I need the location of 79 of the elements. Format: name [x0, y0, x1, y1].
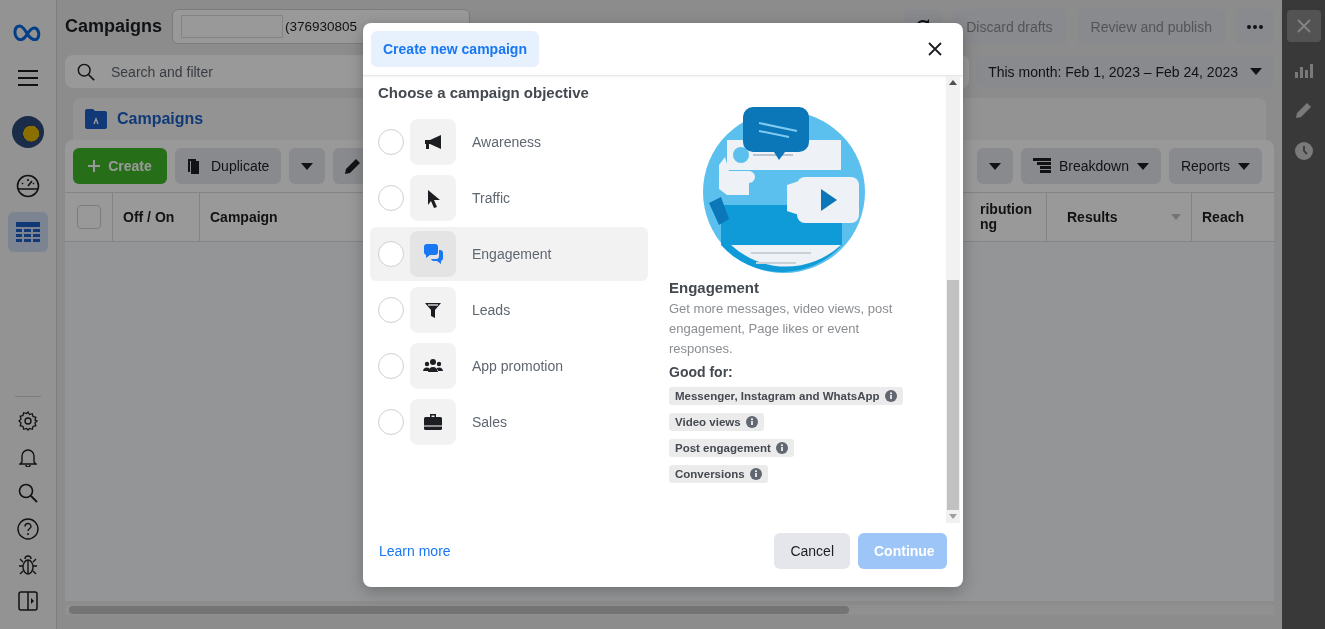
radio-button[interactable] — [378, 297, 404, 323]
campaigns-tab[interactable]: Campaigns — [85, 109, 204, 129]
dropdown-button[interactable] — [289, 148, 326, 184]
funnel-icon — [423, 300, 443, 320]
select-all-checkbox[interactable] — [76, 205, 101, 229]
search-icon[interactable] — [18, 483, 38, 503]
bell-icon[interactable] — [19, 447, 37, 467]
breakdown-button[interactable]: Breakdown — [1020, 148, 1161, 184]
objective-option[interactable]: App promotion — [370, 339, 648, 393]
sidebar-toggle-icon[interactable] — [18, 591, 38, 611]
objective-option[interactable]: Engagement — [370, 227, 648, 281]
objective-option[interactable]: Sales — [370, 395, 648, 449]
sort-icon — [1171, 214, 1181, 220]
reports-button[interactable]: Reports — [1168, 148, 1262, 184]
create-campaign-tab[interactable]: Create new campaign — [371, 31, 539, 67]
dropdown-button[interactable] — [976, 148, 1013, 184]
scrollbar-thumb[interactable] — [947, 280, 959, 510]
bar-chart-icon — [1294, 62, 1313, 78]
radio-button[interactable] — [378, 185, 404, 211]
benefit-tag: Messenger, Instagram and WhatsApp — [669, 387, 903, 405]
column-header[interactable]: Results — [1047, 193, 1192, 241]
objective-option[interactable]: Traffic — [370, 171, 648, 225]
close-button[interactable] — [927, 41, 943, 57]
radio-button[interactable] — [378, 129, 404, 155]
caret-icon — [1250, 68, 1262, 75]
section-heading: Choose a campaign objective — [377, 84, 590, 101]
benefit-tag: Post engagement — [669, 439, 794, 457]
search-icon — [77, 62, 95, 81]
radio-button[interactable] — [378, 409, 404, 435]
objective-option[interactable]: Leads — [370, 283, 648, 337]
close-icon — [928, 42, 942, 56]
menu-icon[interactable] — [18, 70, 38, 86]
clock-icon — [1294, 142, 1313, 160]
more-icon — [1247, 24, 1263, 29]
column-header[interactable]: Off / On — [113, 193, 200, 241]
caret-icon — [1238, 162, 1250, 170]
scroll-up-icon — [949, 80, 957, 85]
table-icon — [16, 222, 40, 242]
help-icon[interactable] — [17, 518, 39, 540]
megaphone-icon — [423, 132, 443, 152]
radio-button[interactable] — [378, 241, 404, 267]
objective-title: Engagement — [669, 279, 759, 296]
bug-icon[interactable] — [18, 554, 38, 576]
benefit-tag: Video views — [669, 413, 764, 431]
settings-icon[interactable] — [18, 411, 38, 431]
benefit-tag: Conversions — [669, 465, 768, 483]
info-icon — [745, 416, 758, 428]
scroll-down-icon — [949, 514, 957, 519]
scrollbar-thumb[interactable] — [69, 606, 849, 614]
caret-icon — [301, 162, 314, 170]
meta-logo[interactable] — [13, 23, 43, 41]
close-icon — [1296, 19, 1311, 33]
briefcase-icon — [423, 412, 443, 432]
duplicate-button[interactable]: Duplicate — [175, 148, 282, 184]
caret-icon — [988, 162, 1001, 170]
objective-option[interactable]: Awareness — [370, 115, 648, 169]
radio-button[interactable] — [378, 353, 404, 379]
cancel-button[interactable]: Cancel — [774, 533, 850, 569]
good-for-label: Good for: — [669, 364, 733, 380]
folder-icon — [85, 109, 107, 129]
pencil-icon — [1295, 102, 1312, 118]
gauge-icon — [16, 174, 40, 198]
horizontal-scrollbar[interactable] — [65, 605, 1274, 615]
page-title: Campaigns — [65, 16, 163, 37]
plus-icon — [88, 160, 101, 172]
info-icon — [775, 442, 788, 454]
account-id: (376930805 — [285, 19, 358, 34]
caret-icon — [1136, 162, 1149, 170]
info-icon — [884, 390, 897, 402]
chat-icon — [423, 244, 443, 264]
avatar[interactable] — [12, 116, 44, 148]
nav-item[interactable] — [8, 212, 48, 252]
objective-description: Get more messages, video views, post engagement, Page likes or event responses. — [669, 300, 894, 358]
pencil-icon — [345, 158, 362, 174]
vertical-scrollbar[interactable] — [946, 76, 960, 523]
column-header[interactable]: Reach — [1192, 193, 1274, 241]
breakdown-icon — [1032, 158, 1051, 174]
learn-more-link[interactable]: Learn more — [379, 543, 451, 559]
info-icon — [749, 468, 762, 480]
